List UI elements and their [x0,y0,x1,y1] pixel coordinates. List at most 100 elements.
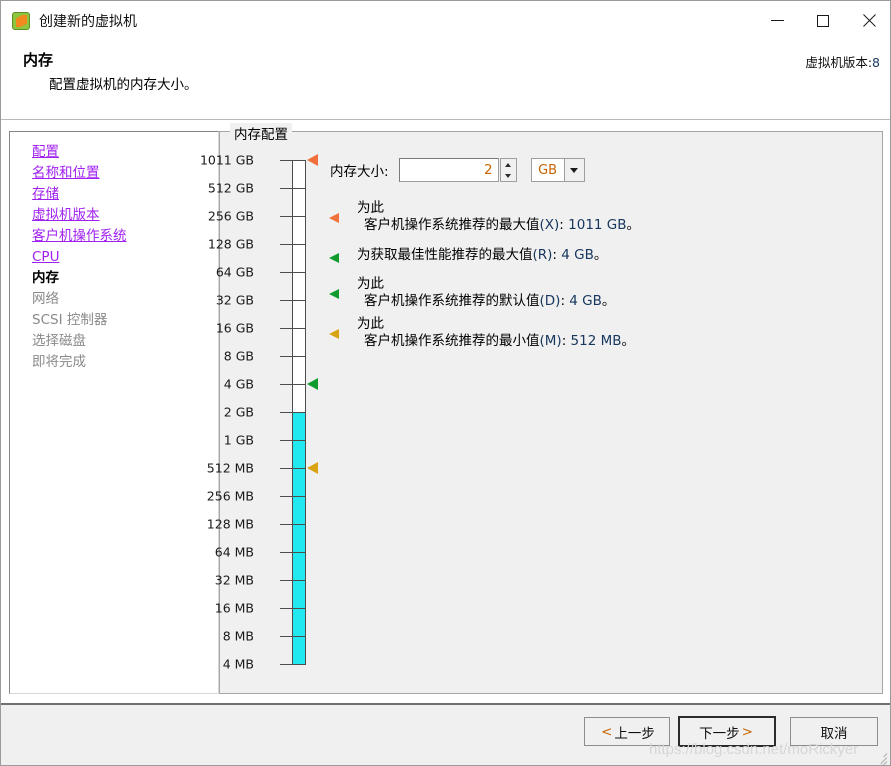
memory-size-input[interactable]: 2 [398,158,499,182]
slider-tick [280,300,292,301]
slider-tick-inner [292,356,306,357]
slider-scale-label: 128 GB [207,236,254,252]
recommendation-value: 1011 GB [568,217,627,233]
slider-tick-inner [292,496,306,497]
memory-size-label: 内存大小: [330,164,389,180]
recommendation-value: 4 GB [561,247,594,263]
back-button[interactable]: < 上一步 [584,717,670,746]
slider-scale-label: 64 GB [215,264,254,280]
slider-tick [280,356,292,357]
recommended-marker[interactable] [307,378,318,390]
slider-scale-label: 4 MB [222,656,254,672]
vm-version-value: 8 [872,55,880,70]
next-button[interactable]: 下一步 > [678,716,776,747]
cancel-button-label: 取消 [820,725,848,742]
maximize-button[interactable] [800,6,846,36]
minimum-marker[interactable] [307,462,318,474]
cancel-button[interactable]: 取消 [790,717,878,746]
slider-scale-label: 1011 GB [199,152,254,168]
dialog-footer: < 上一步 下一步 > 取消 [1,703,890,765]
recommendation-value: 512 MB [570,333,622,349]
sidebar-item-11: 即将完成 [32,354,86,370]
sidebar-item-10: 选择磁盘 [32,333,86,349]
close-icon [862,14,876,28]
sidebar-item-5[interactable]: 客户机操作系统 [32,226,218,247]
recommendation-item: 为此 客户机操作系统推荐的最小值(M): 512 MB。 [323,316,843,350]
recommendation-line-2: 客户机操作系统推荐的最小值(M): 512 MB。 [364,333,635,349]
vmware-vm-icon [12,11,30,30]
sidebar-item-4[interactable]: 虚拟机版本 [32,205,218,226]
slider-tick-inner [292,468,306,469]
slider-tick [280,160,292,161]
slider-tick-inner [292,216,306,217]
slider-fill [293,412,305,664]
slider-scale-label: 64 MB [214,544,254,560]
maximize-icon [817,14,829,27]
back-arrow-icon: < [601,723,613,740]
memory-unit-select[interactable]: GB [530,158,585,182]
chevron-down-icon[interactable] [563,159,584,181]
slider-scale-label: 1 GB [223,432,254,448]
slider-tick-inner [292,664,306,665]
create-vm-dialog: 创建新的虚拟机 内存 配置虚拟机的内存大小。 虚拟机版本:8 配置 名称和位置 存储… [0,0,891,766]
wizard-steps-sidebar: 配置 名称和位置 存储 虚拟机版本 客户机操作系统 CPU 内存网络 SCSI 控制器 选择磁盘… [9,131,219,694]
slider-tick-inner [292,552,306,553]
slider-tick [280,188,292,189]
recommendation-accelerator: (D) [539,293,561,309]
recommendation-item: 为获取最佳性能推荐的最大值(R): 4 GB。 [323,240,843,270]
slider-tick-inner [292,524,306,525]
sidebar-item-7: 内存 [32,270,59,286]
memory-slider[interactable]: 1011 GB 512 GB 256 GB 128 GB 64 GB 32 GB 16 GB… [200,152,320,682]
memory-configuration-group: 内存配置 1011 GB 512 GB 256 GB 128 GB 64 GB 32 GB… [200,123,883,694]
sidebar-item-6[interactable]: CPU [32,247,218,268]
sidebar-item-9: SCSI 控制器 [32,312,108,328]
recommendation-line-2: 客户机操作系统推荐的默认值(D): 4 GB。 [364,293,616,309]
memory-size-stepper[interactable] [499,158,517,182]
slider-scale-label: 4 GB [223,376,254,392]
sidebar-item-1[interactable]: 配置 [32,142,218,163]
memory-size-value: 2 [483,162,493,178]
recommendation-line-1: 为此 [357,316,384,332]
maximum-marker[interactable] [307,154,318,166]
slider-scale-label: 256 GB [207,208,254,224]
slider-scale-label: 16 MB [214,600,254,616]
spin-up-icon[interactable] [501,159,516,170]
slider-tick-inner [292,384,306,385]
slider-tick [280,636,292,637]
recommendation-marker-icon [329,213,339,223]
slider-scale-label: 128 MB [206,516,254,532]
page-subtitle: 配置虚拟机的内存大小。 [49,77,198,93]
slider-tick [280,496,292,497]
slider-tick [280,664,292,665]
slider-tick-inner [292,188,306,189]
slider-tick [280,272,292,273]
slider-scale-label: 512 MB [206,460,254,476]
slider-tick-inner [292,300,306,301]
spin-down-icon[interactable] [501,170,516,181]
slider-tick-inner [292,412,306,413]
recommendation-item: 为此 客户机操作系统推荐的最大值(X): 1011 GB。 [323,200,843,234]
slider-tick-inner [292,440,306,441]
page-title: 内存 [23,51,54,69]
slider-tick [280,608,292,609]
recommendation-accelerator: (X) [539,217,560,233]
memory-unit-value: GB [538,162,558,178]
back-button-label: 上一步 [614,725,655,742]
slider-scale-label: 32 GB [215,292,254,308]
sidebar-item-3[interactable]: 存储 [32,184,218,205]
vm-version-text: 虚拟机版本: [805,55,873,70]
close-button[interactable] [846,6,890,36]
slider-tick-inner [292,244,306,245]
sidebar-item-2[interactable]: 名称和位置 [32,163,218,184]
sidebar-item-8: 网络 [32,291,59,307]
slider-tick-inner [292,328,306,329]
memory-size-row: 内存大小: 2 GB [330,158,585,182]
slider-tick [280,412,292,413]
next-arrow-icon: > [741,723,753,740]
page-header: 内存 配置虚拟机的内存大小。 虚拟机版本:8 [1,40,890,120]
recommendation-line-1: 为此 [357,276,384,292]
minimize-button[interactable] [754,6,800,36]
dialog-body: 配置 名称和位置 存储 虚拟机版本 客户机操作系统 CPU 内存网络 SCSI 控制器 选择磁盘… [1,121,890,703]
next-button-label: 下一步 [699,725,740,742]
memory-recommendations: 为此 客户机操作系统推荐的最大值(X): 1011 GB。为获取最佳性能推荐的最大… [323,200,843,356]
